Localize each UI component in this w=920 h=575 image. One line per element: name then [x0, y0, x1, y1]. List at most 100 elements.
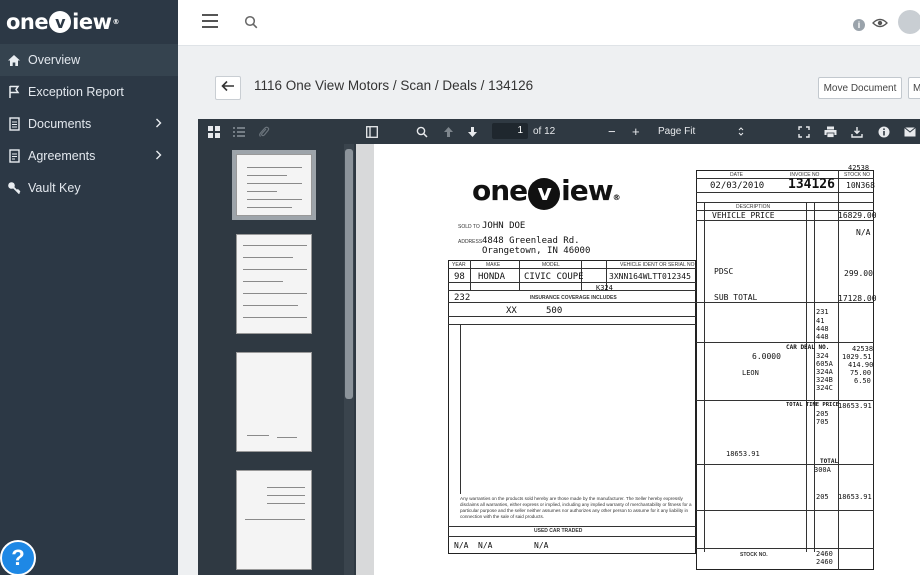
address-label: ADDRESS	[458, 239, 483, 245]
avatar[interactable]	[898, 10, 920, 34]
insurance-label: INSURANCE COVERAGE INCLUDES	[530, 295, 617, 301]
sidebar-item-overview[interactable]: Overview	[0, 44, 178, 76]
na-value: N/A	[856, 228, 871, 237]
doc-logo-text: one	[472, 174, 528, 207]
sidebar-item-label: Documents	[28, 117, 92, 131]
trade-model: N/A	[534, 541, 549, 550]
pdf-viewer: 1 of 12 − + Page Fit one v iew® SOLD TO …	[198, 119, 920, 575]
sidebar-item-vault-key[interactable]: Vault Key	[0, 172, 178, 204]
sidebar-item-agreements[interactable]: Agreements	[0, 140, 178, 172]
code-324a: 324A	[816, 368, 833, 376]
thumbnails-grid-icon[interactable]	[208, 124, 220, 139]
sidebar-item-documents[interactable]: Documents	[0, 108, 178, 140]
page-thumbnail[interactable]	[232, 150, 316, 220]
buyer-address-2: Orangetown, IN 46000	[482, 246, 591, 256]
code-705: 705	[816, 418, 829, 426]
trade-make: N/A	[478, 541, 493, 550]
sidebar: one v iew ® Overview Exception Report Docum…	[0, 0, 178, 575]
viewer-toolbar: 1 of 12 − + Page Fit	[198, 119, 920, 144]
vehicle-model: CIVIC COUPE	[524, 272, 584, 282]
chevron-right-icon	[155, 117, 162, 131]
attachment-icon[interactable]	[258, 124, 270, 139]
description-label: DESCRIPTION	[736, 204, 771, 210]
amount-owed: 18653.91	[726, 450, 760, 458]
stock-no-label: STOCK NO.	[740, 552, 768, 558]
eye-icon[interactable]	[872, 16, 888, 34]
outline-list-icon[interactable]	[233, 124, 245, 139]
back-button[interactable]	[215, 76, 241, 100]
sidebar-item-label: Exception Report	[28, 85, 124, 99]
doc-logo-trademark: ®	[612, 193, 621, 202]
zoom-select[interactable]: Page Fit	[658, 126, 695, 137]
tax-rate: 6.0000	[752, 352, 781, 361]
page-count-label: of 12	[533, 126, 556, 137]
code-448a: 448	[816, 325, 829, 333]
app-logo[interactable]: one v iew ®	[0, 0, 178, 44]
app-root: one v iew ® Overview Exception Report Docum…	[0, 0, 920, 575]
code-205b: 205	[816, 493, 829, 501]
buyer-address-1: 4848 Greenlead Rd.	[482, 236, 580, 246]
zoom-select-caret-icon[interactable]	[738, 124, 744, 139]
download-icon[interactable]	[851, 124, 863, 139]
vehicle-vin: 3XNN164WLTT012345	[609, 272, 691, 281]
logo-v-mark: v	[49, 11, 72, 33]
home-icon	[6, 52, 22, 68]
code-231: 231	[816, 308, 829, 316]
code-41: 41	[816, 317, 825, 325]
ref-number: 42538	[848, 164, 870, 172]
search-icon[interactable]	[244, 15, 258, 34]
deal-date: 02/03/2010	[710, 181, 765, 191]
date-label: DATE	[730, 172, 743, 178]
help-button[interactable]: ?	[0, 540, 36, 575]
sidebar-item-label: Agreements	[28, 149, 96, 163]
info-icon[interactable]: i	[853, 19, 865, 31]
thumbnail-panel	[198, 144, 356, 575]
page-thumbnail[interactable]	[236, 470, 312, 570]
sidebar-item-label: Vault Key	[28, 181, 81, 195]
print-icon[interactable]	[824, 124, 837, 139]
amount-414: 414.90	[848, 361, 874, 369]
page-thumbnail[interactable]	[236, 352, 312, 452]
pdsc-amount: 299.00	[844, 269, 873, 278]
zoom-out-button[interactable]: −	[608, 124, 616, 139]
fullscreen-icon[interactable]	[798, 124, 810, 139]
used-car-traded-label: USED CAR TRADED	[534, 528, 583, 534]
document-icon	[6, 116, 22, 132]
chevron-right-icon	[155, 149, 162, 163]
arrow-down-icon[interactable]	[467, 124, 478, 139]
deductible-value: 500	[546, 306, 563, 316]
code-205: 205	[816, 410, 829, 418]
make-label: MAKE	[486, 262, 501, 268]
thumbnail-scrollbar-thumb[interactable]	[345, 149, 353, 399]
total-time-price: 18653.91	[838, 402, 872, 410]
page-number-input[interactable]: 1	[492, 123, 528, 139]
more-actions-button[interactable]: M	[908, 77, 920, 99]
move-document-button[interactable]: Move Document	[818, 77, 902, 99]
zoom-in-button[interactable]: +	[632, 124, 640, 139]
info-icon[interactable]	[878, 124, 890, 139]
buyer-name: JOHN DOE	[482, 221, 526, 231]
code-2460a: 2460	[816, 550, 833, 558]
sidebar-item-exception-report[interactable]: Exception Report	[0, 76, 178, 108]
sidebar-toggle-icon[interactable]	[366, 124, 378, 139]
breadcrumb: 1116 One View Motors / Scan / Deals / 13…	[254, 78, 534, 93]
mail-icon[interactable]	[904, 124, 916, 139]
warranty-disclaimer: Any warranties on the products sold here…	[460, 496, 692, 519]
code-324b: 324B	[816, 376, 833, 384]
trade-year: N/A	[454, 541, 469, 550]
search-icon[interactable]	[416, 124, 428, 139]
sold-to-label: SOLD TO	[458, 224, 480, 230]
stock-label: STOCK NO	[844, 172, 871, 178]
hamburger-menu-icon[interactable]	[202, 14, 218, 28]
code-324: 324	[816, 352, 829, 360]
tax-amount: 1029.51	[842, 353, 872, 361]
model-label: MODEL	[542, 262, 560, 268]
doc-logo-text-2: iew	[561, 174, 613, 207]
page-thumbnail[interactable]	[236, 234, 312, 334]
document-logo: one v iew®	[472, 174, 621, 210]
sidebar-item-label: Overview	[28, 53, 81, 67]
county-name: LEON	[742, 369, 759, 377]
arrow-up-icon[interactable]	[443, 124, 454, 139]
logo-text: one	[6, 10, 49, 34]
agreement-icon	[6, 148, 22, 164]
